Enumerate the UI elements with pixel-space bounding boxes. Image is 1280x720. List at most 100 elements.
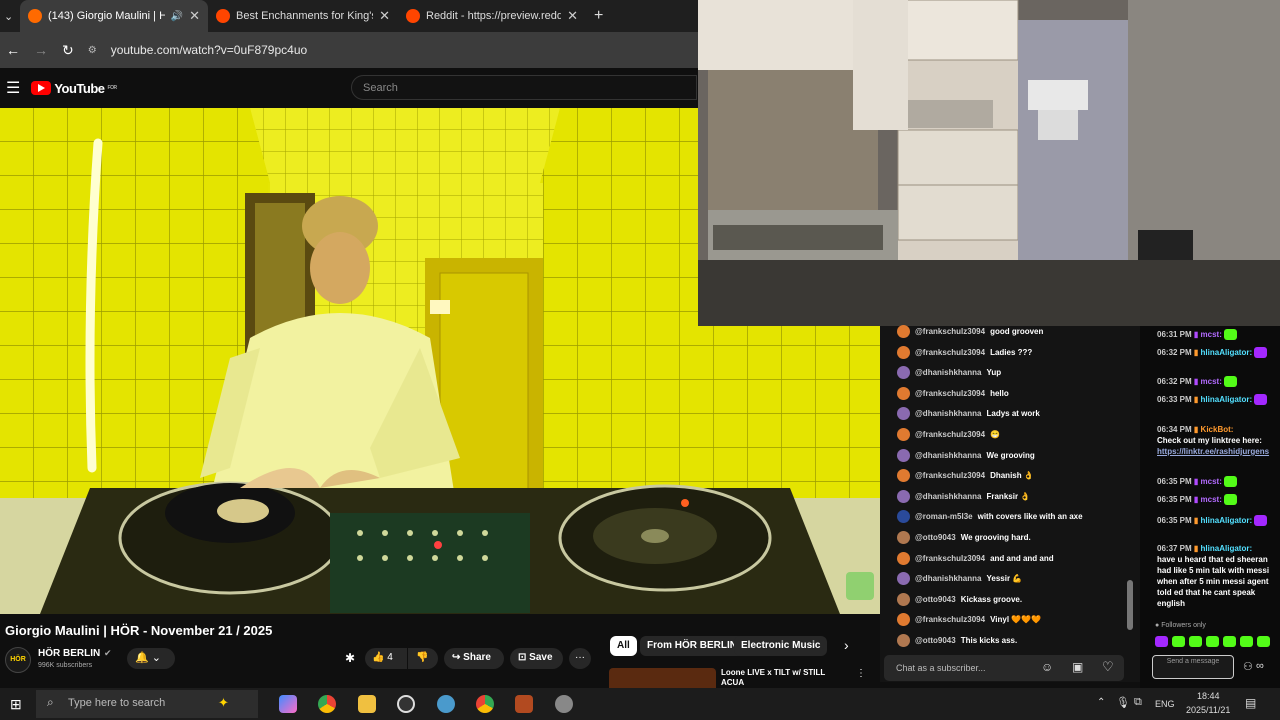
network-icon[interactable]: ⧉	[1134, 696, 1142, 709]
share-button[interactable]: ↪ Share	[444, 648, 504, 669]
chat-username[interactable]: @dhanishkhanna	[915, 409, 981, 418]
user-avatar[interactable]	[897, 386, 910, 400]
speaker-icon[interactable]: 🔊	[171, 11, 183, 22]
emote-icon[interactable]	[1206, 636, 1219, 647]
super-chat-icon[interactable]: ▣	[1072, 660, 1083, 674]
notification-bell-button[interactable]: 🔔 ⌄	[127, 648, 175, 669]
chat-username[interactable]: @roman-m5l3e	[915, 512, 973, 521]
tray-chevron-icon[interactable]: ⌃	[1097, 697, 1105, 708]
chat-username[interactable]: @otto9043	[915, 533, 956, 542]
chip-all[interactable]: All	[610, 636, 637, 656]
user-avatar[interactable]	[897, 551, 910, 565]
user-avatar[interactable]	[897, 366, 910, 380]
close-tab-icon[interactable]: ✕	[189, 8, 200, 24]
kick-username[interactable]: hlinaAligator:	[1201, 395, 1253, 404]
chrome-profile-icon[interactable]	[476, 695, 494, 713]
user-avatar[interactable]	[897, 613, 910, 627]
kick-link[interactable]: https://linktr.ee/rashidjurgens	[1157, 447, 1269, 456]
channel-avatar[interactable]: HÖR	[5, 647, 31, 673]
reload-icon[interactable]: ↻	[62, 42, 74, 59]
kick-username[interactable]: KickBot:	[1201, 425, 1234, 434]
language-indicator[interactable]: ENG	[1155, 699, 1175, 709]
microphone-icon[interactable]: 🎙	[1116, 696, 1130, 709]
more-actions-button[interactable]: ···	[569, 648, 591, 669]
kick-username[interactable]: hlinaAligator:	[1201, 516, 1253, 525]
search-input[interactable]: Search	[351, 75, 697, 100]
channel-name[interactable]: HÖR BERLIN	[38, 648, 100, 659]
chat-username[interactable]: @dhanishkhanna	[915, 368, 981, 377]
clock-date[interactable]: 2025/11/21	[1186, 705, 1230, 715]
site-info-icon[interactable]: ⚙	[88, 45, 97, 56]
chat-username[interactable]: @otto9043	[915, 595, 956, 604]
chip-from-hor-berlin[interactable]: From HÖR BERLIN	[640, 636, 744, 656]
dislike-button[interactable]: 👎	[408, 648, 438, 669]
chat-username[interactable]: @otto9043	[915, 636, 956, 645]
chip-electronic-music[interactable]: Electronic Music	[734, 636, 828, 656]
user-avatar[interactable]	[897, 325, 910, 338]
chat-username[interactable]: @frankschulz3094	[915, 430, 985, 439]
game-icon[interactable]	[515, 695, 533, 713]
extension-puzzle-icon[interactable]: ✱	[345, 651, 355, 665]
tab-reddit-enchantments[interactable]: Best Enchanments for King's Ec ✕	[208, 0, 398, 32]
kick-username[interactable]: mcst:	[1201, 377, 1222, 386]
scroll-bar[interactable]	[1127, 580, 1133, 630]
new-tab-button[interactable]: +	[586, 0, 616, 32]
emote-icon[interactable]	[1172, 636, 1185, 647]
clock-time[interactable]: 18:44	[1197, 691, 1220, 701]
emoji-icon[interactable]: ☺	[1041, 660, 1053, 674]
emote-icon[interactable]	[1240, 636, 1253, 647]
app-icon[interactable]	[437, 695, 455, 713]
user-avatar[interactable]	[897, 469, 910, 483]
emote-icon[interactable]	[1189, 636, 1202, 647]
user-avatar[interactable]	[897, 510, 910, 524]
tab-youtube[interactable]: (143) Giorgio Maulini | HÖR 🔊 ✕	[20, 0, 208, 32]
close-tab-icon[interactable]: ✕	[567, 8, 578, 24]
infinity-icon[interactable]: ∞	[1256, 660, 1264, 672]
kick-send-button[interactable]: Send a message	[1152, 655, 1234, 679]
chevron-right-icon[interactable]: ›	[844, 637, 849, 653]
emote-icon[interactable]	[1223, 636, 1236, 647]
kick-username[interactable]: mcst:	[1201, 495, 1222, 504]
forward-icon[interactable]: →	[34, 42, 48, 58]
obs-icon[interactable]	[397, 695, 415, 713]
user-avatar[interactable]	[897, 345, 910, 359]
tab-reddit-preview[interactable]: Reddit - https://preview.redd.it ✕	[398, 0, 586, 32]
chat-username[interactable]: @dhanishkhanna	[915, 492, 981, 501]
like-button[interactable]: 👍 4	[365, 648, 407, 669]
windows-start-icon[interactable]: ⊞	[10, 696, 22, 713]
kebab-menu-icon[interactable]: ⋮	[856, 668, 866, 679]
chat-input[interactable]: Chat as a subscriber...	[884, 655, 1124, 681]
heart-icon[interactable]: ♡	[1102, 659, 1114, 675]
kick-username[interactable]: mcst:	[1201, 330, 1222, 339]
chat-username[interactable]: @frankschulz3094	[915, 471, 985, 480]
user-avatar[interactable]	[897, 634, 910, 647]
chat-username[interactable]: @dhanishkhanna	[915, 574, 981, 583]
notifications-icon[interactable]: ▤	[1245, 696, 1256, 710]
user-avatar[interactable]	[897, 407, 910, 421]
youtube-logo[interactable]: YouTube FOR	[31, 81, 117, 96]
user-avatar[interactable]	[897, 428, 910, 441]
kick-username[interactable]: hlinaAligator:	[1201, 348, 1253, 357]
user-avatar[interactable]	[897, 592, 910, 606]
user-avatar[interactable]	[897, 448, 910, 462]
chat-username[interactable]: @frankschulz3094	[915, 348, 985, 357]
emote-icon[interactable]	[1257, 636, 1270, 647]
media-icon[interactable]	[555, 695, 573, 713]
file-explorer-icon[interactable]	[358, 695, 376, 713]
next-video-title[interactable]: Loone LIVE x TILT w/ STILL ACUA	[721, 668, 836, 686]
save-button[interactable]: ⊡ Save	[510, 648, 563, 669]
url-field[interactable]: youtube.com/watch?v=0uF879pc4uo	[111, 43, 307, 57]
user-avatar[interactable]	[897, 531, 910, 544]
people-icon[interactable]: ⚇	[1243, 660, 1253, 673]
next-video-thumbnail[interactable]	[609, 668, 716, 688]
menu-icon[interactable]: ☰	[6, 78, 20, 98]
chat-username[interactable]: @dhanishkhanna	[915, 451, 981, 460]
user-avatar[interactable]	[897, 489, 910, 503]
user-avatar[interactable]	[897, 572, 910, 586]
kick-username[interactable]: hlinaAligator:	[1201, 544, 1253, 553]
tab-list-chevron[interactable]: ⌄	[0, 0, 20, 32]
chat-username[interactable]: @frankschulz3094	[915, 615, 985, 624]
chrome-icon[interactable]	[318, 695, 336, 713]
copilot-icon[interactable]	[279, 695, 297, 713]
chat-username[interactable]: @frankschulz3094	[915, 389, 985, 398]
